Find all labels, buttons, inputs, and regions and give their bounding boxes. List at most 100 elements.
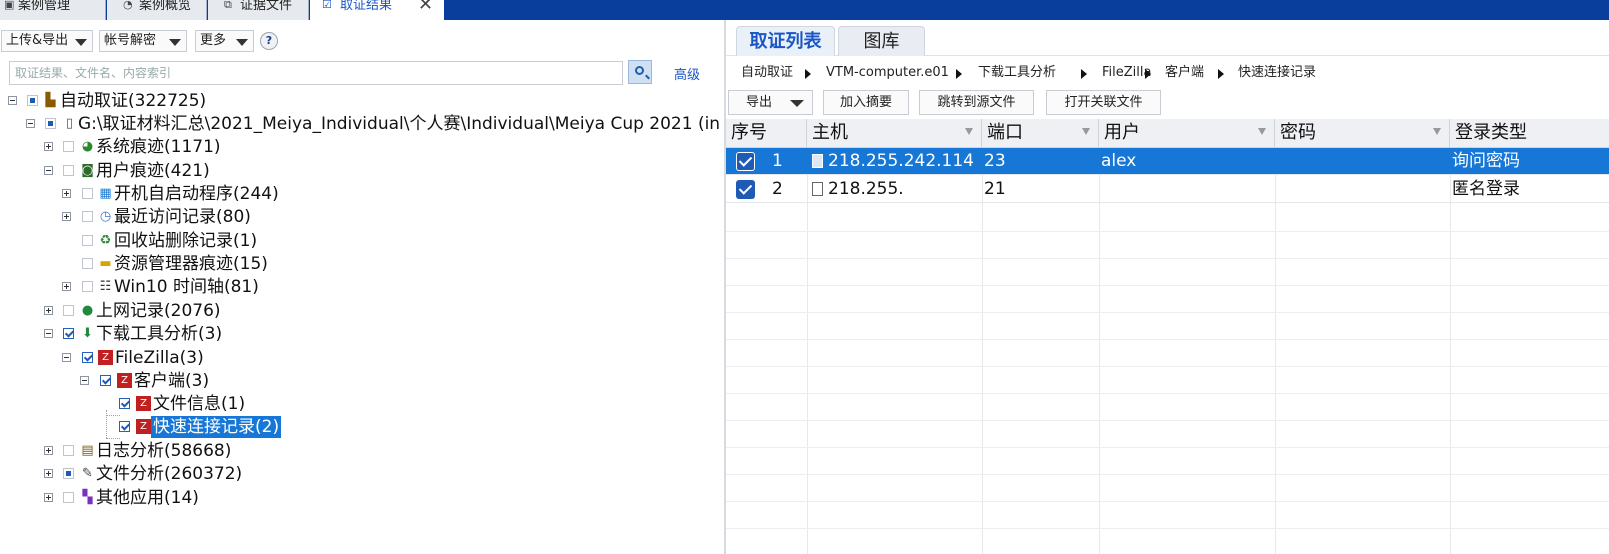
tree-node-other-apps[interactable]: ▚ 其他应用(14) (44, 487, 344, 509)
tree-node-recent-access[interactable]: ◷ 最近访问记录(80) (62, 206, 362, 228)
tree-checkbox[interactable] (82, 352, 93, 363)
collapse-icon[interactable] (26, 119, 35, 128)
breadcrumb-item[interactable]: VTM-computer.e01 (826, 63, 949, 83)
filter-icon[interactable] (965, 128, 973, 135)
tree-node-explorer-traces[interactable]: ▬ 资源管理器痕迹(15) (62, 253, 362, 275)
collapse-icon[interactable] (44, 329, 53, 338)
tree-node-quick-connect[interactable]: Z 快速连接记录(2) (118, 416, 418, 438)
upload-export-dropdown[interactable]: 上传&导出 (1, 30, 93, 52)
tree-node-file-info[interactable]: Z 文件信息(1) (118, 393, 418, 415)
account-decrypt-dropdown[interactable]: 帐号解密 (99, 30, 187, 52)
chevron-right-icon (1145, 69, 1151, 79)
tree-node-win10-timeline[interactable]: ☷ Win10 时间轴(81) (62, 276, 362, 298)
tab-gallery[interactable]: 图库 (838, 26, 925, 56)
tree-checkbox[interactable] (63, 328, 74, 339)
tree-node-client[interactable]: Z 客户端(3) (80, 370, 380, 392)
file-icon (812, 154, 823, 168)
expand-icon[interactable] (62, 282, 71, 291)
export-dropdown[interactable]: 导出 (728, 90, 813, 115)
expand-icon[interactable] (44, 469, 53, 478)
tree-checkbox[interactable] (63, 445, 74, 456)
tree-node-evidence-file[interactable]: ▯ G:\取证材料汇总\2021_Meiya_Individual\个人赛\In… (26, 113, 724, 135)
apps-icon: ▚ (82, 490, 93, 505)
tree-checkbox[interactable] (82, 211, 93, 222)
expand-icon[interactable] (62, 189, 71, 198)
expand-icon[interactable] (44, 493, 53, 502)
advanced-search-link[interactable]: 高级 (674, 64, 700, 83)
tree-node-recycle-bin[interactable]: ♻ 回收站删除记录(1) (62, 230, 362, 252)
globe-icon: ● (81, 303, 94, 318)
goto-source-button[interactable]: 跳转到源文件 (919, 90, 1034, 115)
tree-checkbox[interactable] (119, 421, 130, 432)
row-checkbox[interactable] (736, 180, 755, 199)
tree-node-download-tools[interactable]: ⬇ 下载工具分析(3) (44, 323, 344, 345)
breadcrumb-item[interactable]: 快速连接记录 (1238, 63, 1316, 83)
chevron-right-icon (956, 69, 962, 79)
tree-checkbox[interactable] (63, 468, 74, 479)
tree-checkbox[interactable] (100, 375, 111, 386)
tree-node-startup[interactable]: ▦ 开机自启动程序(244) (62, 183, 362, 205)
tree-checkbox[interactable] (63, 141, 74, 152)
file-analysis-icon: ✎ (82, 466, 93, 481)
chevron-down-icon (790, 100, 804, 107)
chevron-right-icon (805, 69, 811, 79)
empty-row-line (726, 312, 1609, 313)
tab-forensic-results[interactable]: ☑ 取证结果 ✕ (310, 0, 444, 20)
file-icon: ▯ (65, 116, 74, 131)
system-icon: ◕ (81, 139, 94, 154)
breadcrumb-item[interactable]: 下载工具分析 (978, 63, 1056, 83)
help-icon[interactable]: ? (260, 32, 278, 50)
expand-icon[interactable] (44, 306, 53, 315)
tree-checkbox[interactable] (63, 492, 74, 503)
filter-icon[interactable] (1258, 128, 1266, 135)
empty-row-line (726, 420, 1609, 421)
breadcrumb-item[interactable]: 自动取证 (741, 63, 793, 83)
close-tab-icon[interactable]: ✕ (418, 0, 433, 14)
column-header-user[interactable]: 用户 (1099, 119, 1275, 148)
column-header-host[interactable]: 主机 (807, 119, 982, 148)
tree-node-file-analysis[interactable]: ✎ 文件分析(260372) (44, 463, 344, 485)
expand-icon[interactable] (62, 212, 71, 221)
empty-row-line (726, 393, 1609, 394)
tree-checkbox[interactable] (82, 188, 93, 199)
search-input[interactable] (9, 61, 623, 85)
more-dropdown[interactable]: 更多 (195, 30, 254, 52)
tree-node-auto-forensics[interactable]: ▙ 自动取证(322725) (8, 90, 308, 112)
collapse-icon[interactable] (8, 96, 17, 105)
add-summary-button[interactable]: 加入摘要 (823, 90, 909, 115)
tree-checkbox[interactable] (82, 235, 93, 246)
column-header-password[interactable]: 密码 (1275, 119, 1450, 148)
tree-checkbox[interactable] (27, 95, 38, 106)
collapse-icon[interactable] (62, 353, 71, 362)
tab-case-overview[interactable]: ◔ 案例概览 (107, 0, 207, 20)
tab-case-management[interactable]: ▣ 案例管理 (0, 0, 106, 20)
tree-node-user-traces[interactable]: ◙ 用户痕迹(421) (44, 160, 344, 182)
collapse-icon[interactable] (80, 376, 89, 385)
tree-checkbox[interactable] (82, 281, 93, 292)
filter-icon[interactable] (1433, 128, 1441, 135)
tree-checkbox[interactable] (45, 118, 56, 129)
tab-evidence-list[interactable]: 取证列表 (736, 26, 835, 56)
column-header-index[interactable]: 序号 (726, 119, 807, 148)
breadcrumb-item[interactable]: 客户端 (1165, 63, 1204, 83)
table-row[interactable]: 2 218.255. 21 匿名登录 (726, 176, 1609, 203)
expand-icon[interactable] (44, 446, 53, 455)
tab-evidence-files[interactable]: ⧉ 证据文件 (208, 0, 309, 20)
tree-node-filezilla[interactable]: Z FileZilla(3) (62, 347, 362, 369)
tree-node-system-traces[interactable]: ◕ 系统痕迹(1171) (44, 136, 344, 158)
tree-checkbox[interactable] (63, 165, 74, 176)
column-header-port[interactable]: 端口 (982, 119, 1099, 148)
tree-checkbox[interactable] (63, 305, 74, 316)
open-related-button[interactable]: 打开关联文件 (1046, 90, 1161, 115)
expand-icon[interactable] (44, 142, 53, 151)
filter-icon[interactable] (1082, 128, 1090, 135)
tree-node-log-analysis[interactable]: ▤ 日志分析(58668) (44, 440, 344, 462)
tree-checkbox[interactable] (82, 258, 93, 269)
tree-checkbox[interactable] (119, 398, 130, 409)
collapse-icon[interactable] (44, 166, 53, 175)
tree-node-internet-records[interactable]: ● 上网记录(2076) (44, 300, 344, 322)
table-row[interactable]: 1 218.255.242.114 23 alex 询问密码 (726, 148, 1609, 175)
column-header-login-type[interactable]: 登录类型 (1450, 119, 1609, 148)
row-checkbox[interactable] (736, 152, 755, 171)
search-button[interactable] (628, 60, 652, 84)
